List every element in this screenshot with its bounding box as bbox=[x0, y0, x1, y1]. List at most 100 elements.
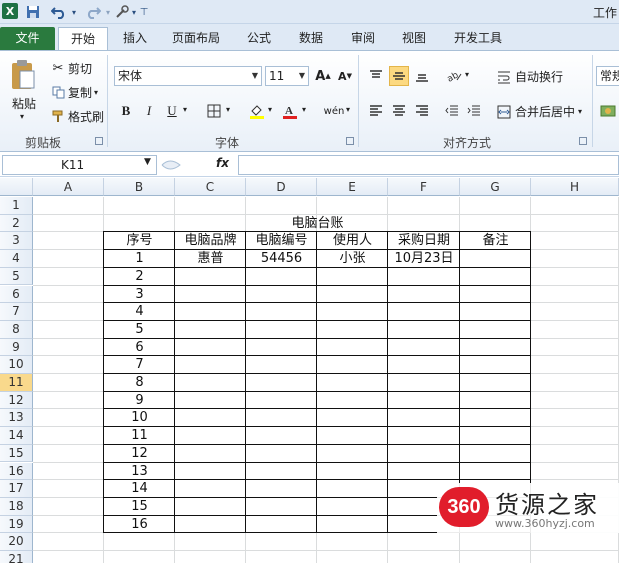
align-middle-button[interactable] bbox=[389, 66, 409, 86]
serial-cell[interactable]: 2 bbox=[104, 268, 175, 286]
column-header-f[interactable]: F bbox=[388, 178, 460, 196]
row-header[interactable]: 4 bbox=[0, 250, 33, 268]
row-header[interactable]: 14 bbox=[0, 427, 33, 445]
column-header-a[interactable]: A bbox=[33, 178, 104, 196]
column-header-d[interactable]: D bbox=[246, 178, 317, 196]
cut-button[interactable]: ✂ 剪切 bbox=[50, 60, 92, 77]
fill-color-dropdown-icon[interactable]: ▾ bbox=[268, 105, 272, 114]
borders-button[interactable] bbox=[204, 101, 224, 121]
tools-dropdown-icon[interactable]: ▾ bbox=[131, 3, 137, 21]
cell-user[interactable]: 小张 bbox=[317, 250, 388, 268]
font-launcher-icon[interactable] bbox=[346, 137, 354, 145]
row-header[interactable]: 11 bbox=[0, 374, 33, 392]
formula-input[interactable] bbox=[238, 155, 619, 175]
align-center-button[interactable] bbox=[389, 101, 409, 121]
serial-cell[interactable]: 14 bbox=[104, 480, 175, 498]
excel-logo-icon[interactable]: X bbox=[2, 3, 18, 19]
cell-date[interactable]: 10月23日 bbox=[388, 250, 460, 268]
name-box-dropdown-icon[interactable]: ▼ bbox=[144, 157, 151, 167]
underline-button[interactable]: U bbox=[162, 101, 182, 121]
row-header[interactable]: 19 bbox=[0, 515, 33, 534]
format-painter-button[interactable]: 格式刷 bbox=[50, 108, 104, 125]
tab-review[interactable]: 审阅 bbox=[342, 27, 384, 50]
redo-icon[interactable] bbox=[82, 3, 104, 21]
tools-icon[interactable] bbox=[113, 3, 131, 21]
tab-file[interactable]: 文件 bbox=[0, 27, 55, 50]
italic-button[interactable]: I bbox=[139, 101, 159, 121]
paste-dropdown-icon[interactable]: ▾ bbox=[20, 112, 24, 121]
row-header[interactable]: 21 bbox=[0, 551, 33, 563]
row-header[interactable]: 7 bbox=[0, 303, 33, 321]
row-header[interactable]: 16 bbox=[0, 462, 33, 481]
row-header[interactable]: 20 bbox=[0, 533, 33, 551]
serial-cell[interactable]: 15 bbox=[104, 498, 175, 516]
column-header-b[interactable]: B bbox=[104, 178, 175, 196]
accounting-format-icon[interactable] bbox=[598, 101, 618, 121]
fill-color-button[interactable] bbox=[247, 101, 267, 121]
shrink-font-button[interactable]: A ▼ bbox=[335, 66, 355, 86]
grow-font-button[interactable]: A ▲ bbox=[313, 66, 333, 86]
decrease-indent-button[interactable] bbox=[442, 101, 462, 121]
clipboard-launcher-icon[interactable] bbox=[95, 137, 103, 145]
redo-dropdown-icon[interactable]: ▾ bbox=[104, 3, 112, 21]
undo-icon[interactable] bbox=[48, 3, 70, 21]
row-header[interactable]: 5 bbox=[0, 267, 33, 286]
font-color-dropdown-icon[interactable]: ▾ bbox=[302, 105, 306, 114]
orientation-dropdown-icon[interactable]: ▾ bbox=[465, 70, 469, 79]
underline-dropdown-icon[interactable]: ▾ bbox=[183, 105, 187, 114]
customize-icon[interactable]: ⊤ bbox=[140, 3, 149, 21]
tab-page-layout[interactable]: 页面布局 bbox=[165, 27, 227, 50]
number-format-select[interactable]: 常规 bbox=[596, 66, 619, 86]
serial-cell[interactable]: 10 bbox=[104, 409, 175, 427]
orientation-button[interactable]: ab bbox=[444, 66, 464, 86]
row-header[interactable]: 13 bbox=[0, 409, 33, 428]
row-header[interactable]: 17 bbox=[0, 480, 33, 498]
serial-cell[interactable]: 3 bbox=[104, 286, 175, 304]
bold-button[interactable]: B bbox=[116, 101, 136, 121]
row-header[interactable]: 6 bbox=[0, 285, 33, 304]
serial-cell[interactable]: 11 bbox=[104, 427, 175, 445]
copy-button[interactable]: 复制 ▾ bbox=[50, 84, 98, 101]
tab-insert[interactable]: 插入 bbox=[114, 27, 156, 50]
font-size-select[interactable]: 11 ▼ bbox=[265, 66, 309, 86]
merge-center-button[interactable]: 合并后居中 ▾ bbox=[495, 103, 582, 120]
tab-home[interactable]: 开始 bbox=[58, 27, 108, 50]
paste-button[interactable]: 粘贴 bbox=[12, 95, 36, 112]
align-right-button[interactable] bbox=[412, 101, 432, 121]
increase-indent-button[interactable] bbox=[464, 101, 484, 121]
column-header-h[interactable]: H bbox=[531, 178, 619, 196]
tab-developer[interactable]: 开发工具 bbox=[446, 27, 510, 50]
column-header-e[interactable]: E bbox=[317, 178, 388, 196]
row-header[interactable]: 1 bbox=[0, 197, 33, 215]
align-left-button[interactable] bbox=[366, 101, 386, 121]
paste-icon[interactable] bbox=[6, 57, 40, 93]
row-header[interactable]: 9 bbox=[0, 338, 33, 357]
serial-cell[interactable]: 8 bbox=[104, 374, 175, 392]
row-header[interactable]: 18 bbox=[0, 497, 33, 516]
column-header-c[interactable]: C bbox=[175, 178, 246, 196]
tab-formulas[interactable]: 公式 bbox=[238, 27, 280, 50]
tab-data[interactable]: 数据 bbox=[290, 27, 332, 50]
align-bottom-button[interactable] bbox=[412, 66, 432, 86]
serial-cell[interactable]: 5 bbox=[104, 321, 175, 339]
cell-brand[interactable]: 惠普 bbox=[175, 250, 246, 268]
row-header[interactable]: 8 bbox=[0, 320, 33, 339]
tab-view[interactable]: 视图 bbox=[393, 27, 435, 50]
serial-cell[interactable]: 9 bbox=[104, 392, 175, 410]
serial-cell[interactable]: 1 bbox=[104, 250, 175, 268]
header-serial[interactable]: 序号 bbox=[104, 232, 175, 250]
phonetic-dropdown-icon[interactable]: ▾ bbox=[346, 105, 350, 114]
serial-cell[interactable]: 13 bbox=[104, 463, 175, 481]
alignment-launcher-icon[interactable] bbox=[579, 137, 587, 145]
serial-cell[interactable]: 4 bbox=[104, 303, 175, 321]
header-number[interactable]: 电脑编号 bbox=[246, 232, 317, 250]
formula-bar-resize-icon[interactable] bbox=[160, 155, 210, 175]
header-date[interactable]: 采购日期 bbox=[388, 232, 460, 250]
font-name-select[interactable]: 宋体 ▼ bbox=[114, 66, 262, 86]
save-icon[interactable] bbox=[24, 3, 42, 21]
serial-cell[interactable]: 6 bbox=[104, 339, 175, 357]
serial-cell[interactable]: 7 bbox=[104, 356, 175, 374]
row-header[interactable]: 2 bbox=[0, 214, 33, 233]
font-color-button[interactable]: A bbox=[280, 101, 300, 121]
cell-number[interactable]: 54456 bbox=[246, 250, 317, 268]
